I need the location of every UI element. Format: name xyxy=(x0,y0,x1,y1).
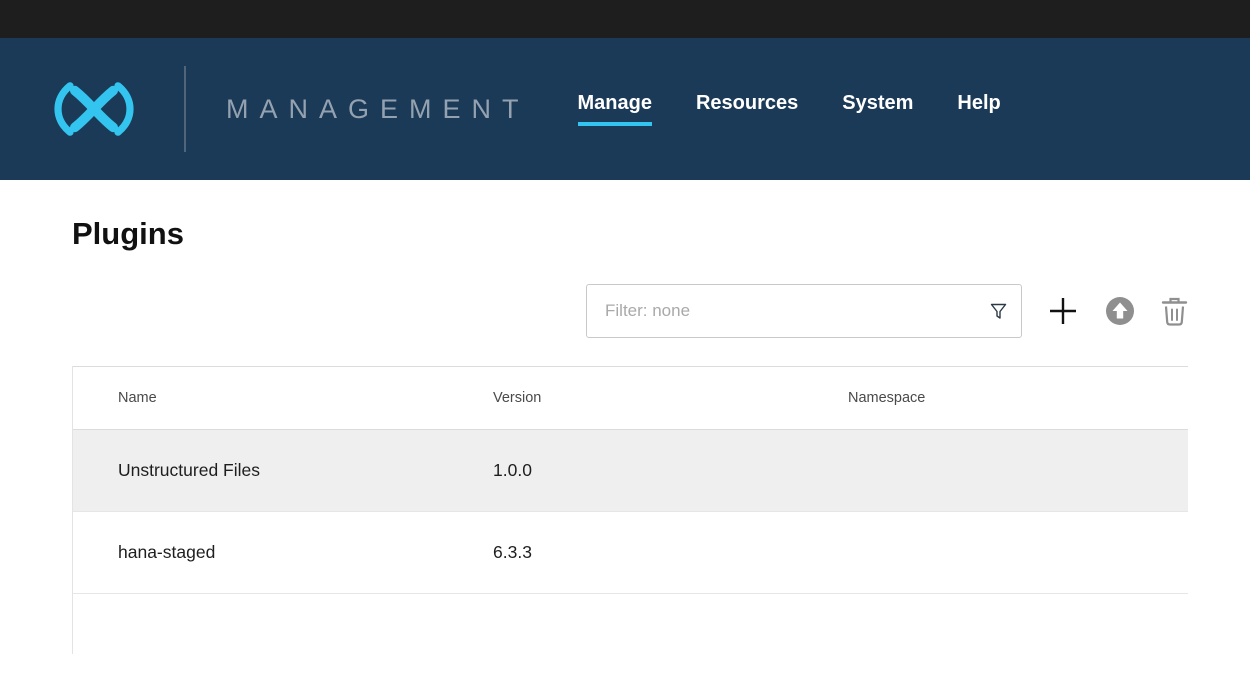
table-header-row: Name Version Namespace xyxy=(73,366,1188,430)
column-header-name[interactable]: Name xyxy=(118,390,493,406)
nav-item-resources[interactable]: Resources xyxy=(696,92,798,126)
header-divider xyxy=(184,66,186,152)
window-topbar xyxy=(0,0,1250,38)
table-row[interactable]: hana-staged 6.3.3 xyxy=(73,512,1188,594)
trash-icon xyxy=(1161,296,1188,327)
nav-item-help[interactable]: Help xyxy=(957,92,1000,126)
cell-version: 1.0.0 xyxy=(493,460,848,481)
nav-item-system[interactable]: System xyxy=(842,92,913,126)
column-header-namespace[interactable]: Namespace xyxy=(848,390,1188,406)
table-row[interactable]: Unstructured Files 1.0.0 xyxy=(73,430,1188,512)
upload-plugin-button[interactable] xyxy=(1104,295,1136,327)
nav-item-manage[interactable]: Manage xyxy=(578,92,652,126)
delete-plugin-button[interactable] xyxy=(1161,296,1188,327)
toolbar xyxy=(72,284,1188,338)
column-header-version[interactable]: Version xyxy=(493,390,848,406)
brand-title: MANAGEMENT xyxy=(226,94,530,125)
add-plugin-button[interactable] xyxy=(1047,295,1079,327)
cell-version: 6.3.3 xyxy=(493,542,848,563)
filter-box xyxy=(586,284,1022,338)
delphix-logo-icon[interactable] xyxy=(46,77,142,141)
cell-name: Unstructured Files xyxy=(118,460,493,481)
filter-funnel-icon[interactable] xyxy=(990,303,1007,320)
upload-icon xyxy=(1104,295,1136,327)
app-header: MANAGEMENT Manage Resources System Help xyxy=(0,38,1250,180)
cell-name: hana-staged xyxy=(118,542,493,563)
main-content: Plugins xyxy=(0,216,1250,654)
main-nav: Manage Resources System Help xyxy=(578,92,1001,126)
plus-icon xyxy=(1047,295,1079,327)
filter-input[interactable] xyxy=(603,300,990,322)
plugins-table: Name Version Namespace Unstructured File… xyxy=(72,366,1188,654)
page-title: Plugins xyxy=(72,216,1188,252)
